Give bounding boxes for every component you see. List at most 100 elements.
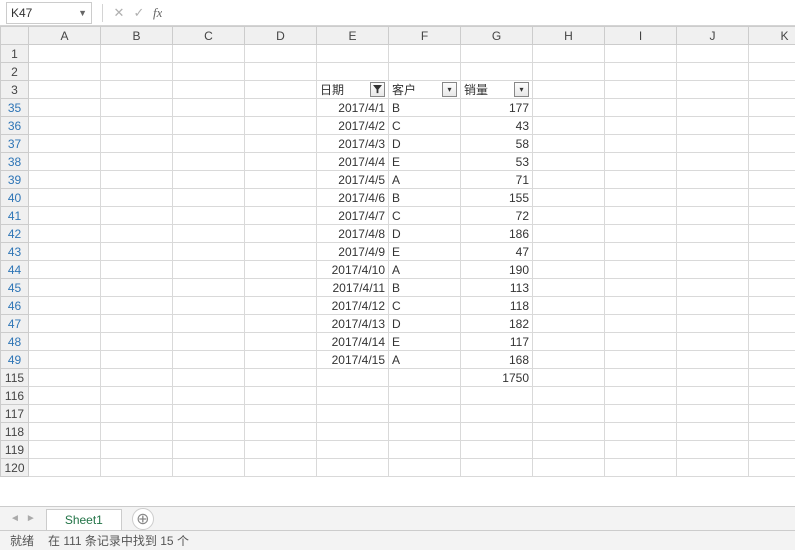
cell-G37[interactable]: 58 (461, 135, 533, 153)
cell-B48[interactable] (101, 333, 173, 351)
cell-J40[interactable] (677, 189, 749, 207)
cell-J41[interactable] (677, 207, 749, 225)
cell-E48[interactable]: 2017/4/14 (317, 333, 389, 351)
cell-I49[interactable] (605, 351, 677, 369)
cell-I1[interactable] (605, 45, 677, 63)
cell-F46[interactable]: C (389, 297, 461, 315)
cell-J44[interactable] (677, 261, 749, 279)
sheet-tab-active[interactable]: Sheet1 (46, 509, 122, 530)
cell-K120[interactable] (749, 459, 795, 477)
cell-B40[interactable] (101, 189, 173, 207)
cell-D45[interactable] (245, 279, 317, 297)
cell-F40[interactable]: B (389, 189, 461, 207)
cell-B43[interactable] (101, 243, 173, 261)
cell-H116[interactable] (533, 387, 605, 405)
cell-C2[interactable] (173, 63, 245, 81)
cell-B39[interactable] (101, 171, 173, 189)
cell-E118[interactable] (317, 423, 389, 441)
cell-G48[interactable]: 117 (461, 333, 533, 351)
cell-K1[interactable] (749, 45, 795, 63)
cell-F117[interactable] (389, 405, 461, 423)
cell-A46[interactable] (29, 297, 101, 315)
cell-B46[interactable] (101, 297, 173, 315)
cell-I43[interactable] (605, 243, 677, 261)
cell-B2[interactable] (101, 63, 173, 81)
cell-A43[interactable] (29, 243, 101, 261)
cell-I2[interactable] (605, 63, 677, 81)
cell-I36[interactable] (605, 117, 677, 135)
cell-A3[interactable] (29, 81, 101, 99)
cell-K117[interactable] (749, 405, 795, 423)
cell-J35[interactable] (677, 99, 749, 117)
cell-E1[interactable] (317, 45, 389, 63)
col-header-D[interactable]: D (245, 27, 317, 45)
cell-B45[interactable] (101, 279, 173, 297)
col-header-H[interactable]: H (533, 27, 605, 45)
cell-F119[interactable] (389, 441, 461, 459)
row-header-41[interactable]: 41 (1, 207, 29, 225)
cell-J48[interactable] (677, 333, 749, 351)
cell-D117[interactable] (245, 405, 317, 423)
cell-E39[interactable]: 2017/4/5 (317, 171, 389, 189)
cell-H37[interactable] (533, 135, 605, 153)
cell-D1[interactable] (245, 45, 317, 63)
row-header-43[interactable]: 43 (1, 243, 29, 261)
cell-C46[interactable] (173, 297, 245, 315)
cell-B49[interactable] (101, 351, 173, 369)
cell-J42[interactable] (677, 225, 749, 243)
cell-K2[interactable] (749, 63, 795, 81)
cell-H36[interactable] (533, 117, 605, 135)
cell-B119[interactable] (101, 441, 173, 459)
cell-E3[interactable]: 日期 (317, 81, 389, 99)
cell-B36[interactable] (101, 117, 173, 135)
cell-C118[interactable] (173, 423, 245, 441)
cell-C39[interactable] (173, 171, 245, 189)
cell-J1[interactable] (677, 45, 749, 63)
cell-C40[interactable] (173, 189, 245, 207)
cell-K38[interactable] (749, 153, 795, 171)
select-all-corner[interactable] (1, 27, 29, 45)
cell-E35[interactable]: 2017/4/1 (317, 99, 389, 117)
cell-C3[interactable] (173, 81, 245, 99)
row-header-115[interactable]: 115 (1, 369, 29, 387)
cell-A2[interactable] (29, 63, 101, 81)
cell-I42[interactable] (605, 225, 677, 243)
cell-B42[interactable] (101, 225, 173, 243)
cell-C42[interactable] (173, 225, 245, 243)
cell-I115[interactable] (605, 369, 677, 387)
accept-formula-icon[interactable]: ✓ (129, 3, 149, 23)
cell-I35[interactable] (605, 99, 677, 117)
cell-I37[interactable] (605, 135, 677, 153)
cell-F47[interactable]: D (389, 315, 461, 333)
cell-J120[interactable] (677, 459, 749, 477)
cell-A36[interactable] (29, 117, 101, 135)
cell-G42[interactable]: 186 (461, 225, 533, 243)
cell-D35[interactable] (245, 99, 317, 117)
cell-C37[interactable] (173, 135, 245, 153)
cell-I40[interactable] (605, 189, 677, 207)
cell-C38[interactable] (173, 153, 245, 171)
cell-C1[interactable] (173, 45, 245, 63)
col-header-E[interactable]: E (317, 27, 389, 45)
cell-E49[interactable]: 2017/4/15 (317, 351, 389, 369)
cell-H39[interactable] (533, 171, 605, 189)
cell-A44[interactable] (29, 261, 101, 279)
cell-K115[interactable] (749, 369, 795, 387)
cell-J46[interactable] (677, 297, 749, 315)
cell-F115[interactable] (389, 369, 461, 387)
cell-A39[interactable] (29, 171, 101, 189)
cell-C44[interactable] (173, 261, 245, 279)
cell-D49[interactable] (245, 351, 317, 369)
cell-I38[interactable] (605, 153, 677, 171)
chevron-down-icon[interactable]: ▼ (78, 8, 87, 18)
cell-E41[interactable]: 2017/4/7 (317, 207, 389, 225)
cell-E115[interactable] (317, 369, 389, 387)
cell-B117[interactable] (101, 405, 173, 423)
cell-K37[interactable] (749, 135, 795, 153)
row-header-117[interactable]: 117 (1, 405, 29, 423)
cell-F37[interactable]: D (389, 135, 461, 153)
cell-F36[interactable]: C (389, 117, 461, 135)
cell-J39[interactable] (677, 171, 749, 189)
cell-B38[interactable] (101, 153, 173, 171)
cell-A49[interactable] (29, 351, 101, 369)
